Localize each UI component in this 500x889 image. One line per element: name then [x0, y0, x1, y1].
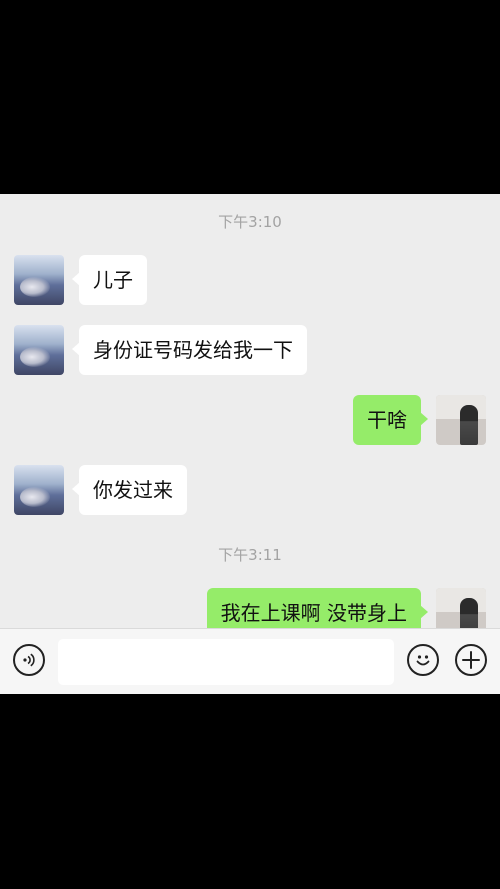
letterbox-top	[0, 0, 500, 194]
message-bubble[interactable]: 我在上课啊 没带身上	[206, 588, 429, 628]
contact-avatar[interactable]	[14, 465, 64, 515]
message-row-sent: 干啥	[353, 395, 486, 445]
message-input[interactable]	[58, 639, 394, 685]
self-avatar[interactable]	[436, 588, 486, 628]
timestamp: 下午3:11	[218, 546, 282, 564]
self-avatar[interactable]	[436, 395, 486, 445]
message-bubble[interactable]: 身份证号码发给我一下	[72, 325, 307, 375]
message-row-sent: 我在上课啊 没带身上	[206, 588, 486, 628]
emoji-button[interactable]	[407, 644, 439, 676]
voice-icon	[23, 653, 35, 667]
voice-button[interactable]	[13, 644, 45, 676]
message-row-received: 儿子	[14, 255, 147, 305]
message-row-received: 身份证号码发给我一下	[14, 325, 307, 375]
message-row-received: 你发过来	[14, 465, 187, 515]
input-bar	[0, 628, 500, 694]
message-bubble[interactable]: 你发过来	[72, 465, 187, 515]
contact-avatar[interactable]	[14, 325, 64, 375]
emoji-icon	[416, 655, 430, 666]
add-button[interactable]	[455, 644, 487, 676]
timestamp: 下午3:10	[218, 213, 282, 231]
message-bubble[interactable]: 干啥	[353, 395, 428, 445]
message-bubble[interactable]: 儿子	[72, 255, 147, 305]
chat-area[interactable]: 下午3:10 儿子 身份证号码发给我一下 干啥 你发过来 下午3:11 我在上课…	[0, 194, 500, 628]
plus-icon	[462, 651, 480, 669]
letterbox-bottom	[0, 694, 500, 889]
contact-avatar[interactable]	[14, 255, 64, 305]
